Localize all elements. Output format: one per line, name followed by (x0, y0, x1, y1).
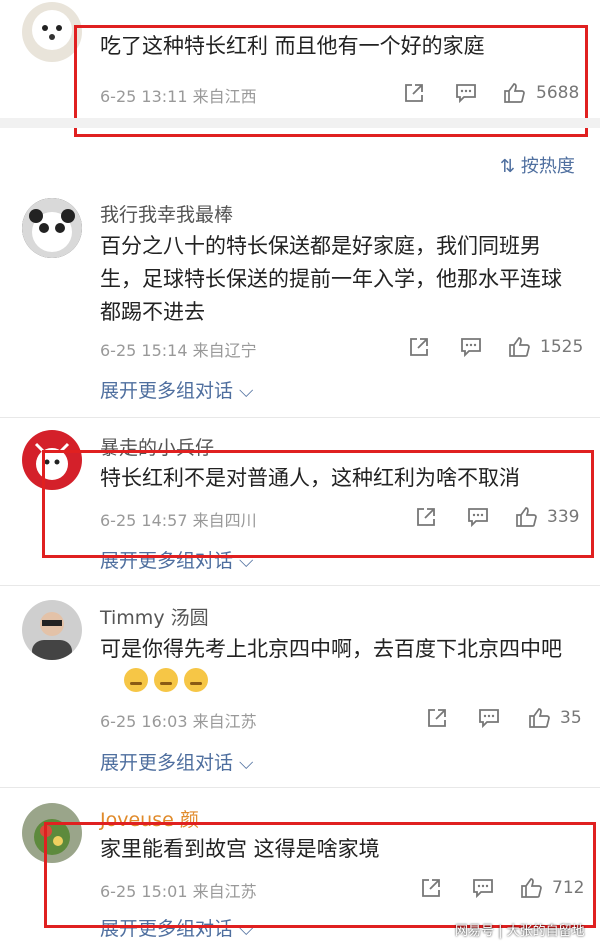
highlight-box (44, 822, 596, 928)
like-count: 1525 (540, 337, 584, 357)
comment-meta: 6-25 15:14 来自辽宁 (100, 337, 257, 361)
sort-by-heat-button[interactable]: ⇅ 按热度 (500, 152, 575, 178)
comment-meta: 6-25 16:03 来自江苏 (100, 708, 257, 732)
like-count: 35 (560, 708, 582, 728)
person-avatar-icon (32, 612, 72, 660)
sleepy-face-icon (154, 668, 178, 692)
comment-icon[interactable] (460, 336, 482, 358)
highlight-box (42, 450, 594, 558)
comment-text: 可是你得先考上北京四中啊，去百度下北京四中吧 (100, 637, 562, 661)
watermark: 网易号 | 大张的自留地 (455, 924, 585, 939)
sleepy-face-icon (184, 668, 208, 692)
divider (0, 118, 600, 128)
comment-location: 来自江苏 (192, 712, 257, 731)
share-icon[interactable] (408, 336, 430, 358)
username[interactable]: 我行我幸我最棒 (100, 200, 233, 227)
divider (0, 585, 600, 586)
expand-conversation-link[interactable]: 展开更多组对话 ⌵ (100, 376, 253, 403)
comment-location: 来自辽宁 (192, 341, 257, 360)
sort-icon: ⇅ (500, 156, 516, 177)
thumbs-up-icon[interactable] (508, 336, 530, 358)
thumbs-up-icon[interactable] (528, 707, 550, 729)
comment-icon[interactable] (478, 707, 500, 729)
emoji-row (124, 668, 214, 692)
avatar[interactable] (22, 198, 82, 258)
avatar[interactable] (22, 2, 82, 62)
share-icon[interactable] (426, 707, 448, 729)
divider (0, 787, 600, 788)
comment-time: 6-25 15:14 (100, 341, 188, 360)
panda-avatar-icon (22, 198, 82, 258)
divider (0, 417, 600, 418)
comment-text: 百分之八十的特长保送都是好家庭，我们同班男生，足球特长保送的提前一年入学，他那水… (100, 234, 562, 324)
sort-label: 按热度 (520, 156, 575, 177)
username[interactable]: Timmy 汤圆 (100, 603, 209, 630)
sleepy-face-icon (124, 668, 148, 692)
expand-conversation-link[interactable]: 展开更多组对话 ⌵ (100, 748, 253, 775)
comment-time: 6-25 16:03 (100, 712, 188, 731)
dog-avatar-icon (32, 10, 72, 50)
avatar[interactable] (22, 600, 82, 660)
